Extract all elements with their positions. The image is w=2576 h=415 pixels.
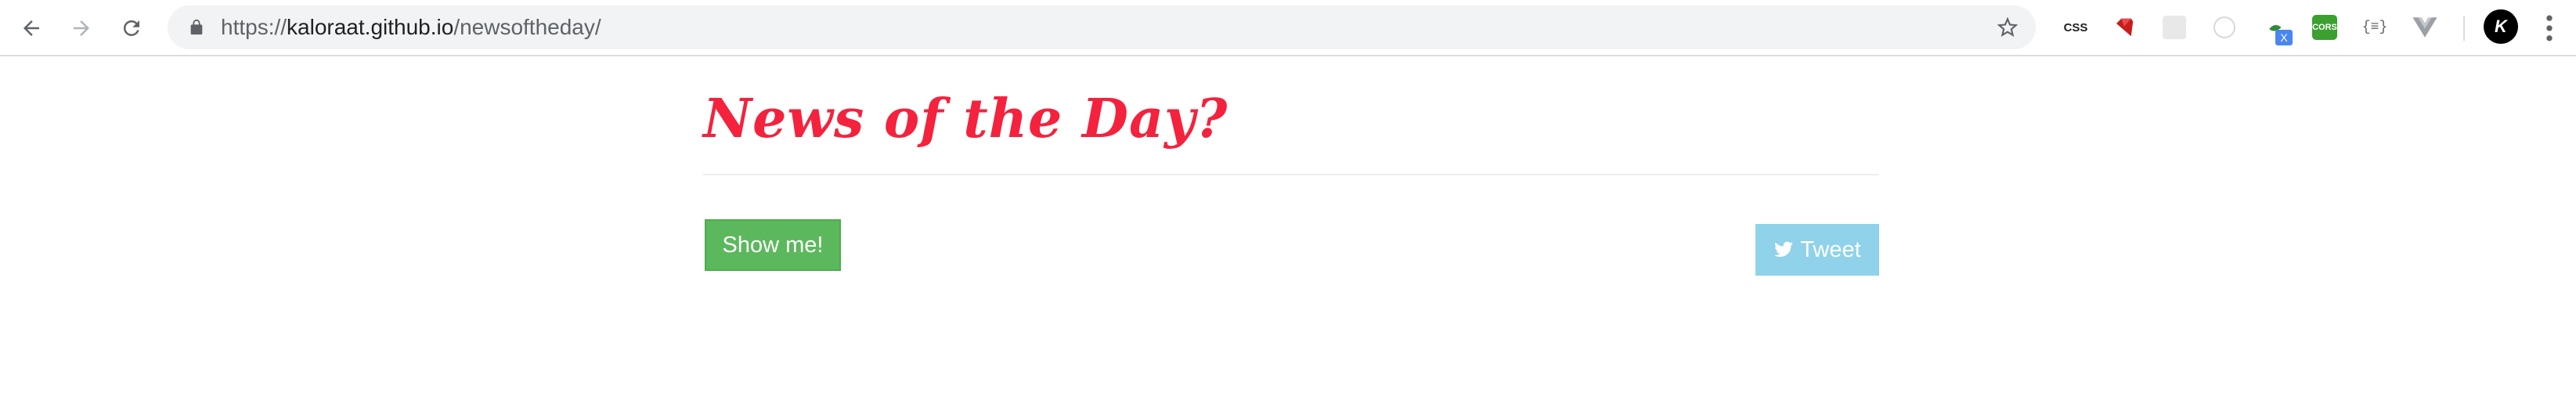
arrow-left-icon bbox=[23, 20, 39, 36]
url-prefix: https:// bbox=[221, 15, 287, 39]
twitter-bird-icon bbox=[1774, 241, 1794, 257]
url-path: /newsoftheday/ bbox=[453, 15, 601, 39]
circle-icon bbox=[2213, 16, 2235, 38]
tweet-button[interactable]: Tweet bbox=[1755, 224, 1879, 276]
page-content: News of the Day? Show me! Tweet bbox=[0, 56, 2576, 415]
forward-button[interactable] bbox=[64, 11, 99, 45]
url-host: kaloraat.github.io bbox=[287, 15, 454, 39]
back-button[interactable] bbox=[14, 11, 49, 45]
lock-icon bbox=[190, 19, 203, 35]
cors-extension-label: CORS bbox=[2312, 15, 2337, 40]
content-container: News of the Day? Show me! Tweet bbox=[703, 56, 1879, 415]
ruby-gem-icon bbox=[2116, 18, 2134, 37]
vue-logo-icon bbox=[2412, 17, 2437, 38]
tweet-button-label: Tweet bbox=[1800, 237, 1861, 262]
browser-toolbar: https://kaloraat.github.io/newsoftheday/… bbox=[0, 0, 2576, 56]
title-divider bbox=[703, 174, 1879, 175]
json-extension-icon[interactable]: {≡} bbox=[2358, 11, 2391, 44]
ruby-extension-icon[interactable] bbox=[2108, 11, 2141, 44]
vue-extension-icon[interactable] bbox=[2408, 11, 2441, 44]
url-text: https://kaloraat.github.io/newsoftheday/ bbox=[221, 15, 601, 40]
address-bar[interactable]: https://kaloraat.github.io/newsoftheday/ bbox=[168, 5, 2036, 49]
profile-avatar[interactable]: K bbox=[2484, 9, 2518, 44]
show-me-button[interactable]: Show me! bbox=[705, 219, 841, 271]
css-extension-label: CSS bbox=[2063, 20, 2088, 34]
bookmark-star-icon[interactable] bbox=[1995, 15, 2020, 40]
arrow-right-icon bbox=[74, 20, 89, 36]
page-title: News of the Day? bbox=[703, 88, 1228, 150]
reload-icon bbox=[123, 20, 139, 36]
more-vert-icon[interactable] bbox=[2535, 11, 2563, 45]
extension-badge: X bbox=[2275, 30, 2293, 45]
cors-extension-icon[interactable]: CORS bbox=[2308, 11, 2341, 44]
toolbar-divider bbox=[2463, 16, 2465, 41]
gray-extension-icon[interactable] bbox=[2158, 11, 2191, 44]
circle-extension-icon[interactable] bbox=[2208, 11, 2241, 44]
translate-extension-icon[interactable]: X bbox=[2260, 11, 2293, 45]
css-extension-icon[interactable]: CSS bbox=[2059, 11, 2092, 44]
puzzle-icon bbox=[2163, 16, 2186, 39]
json-extension-label: {≡} bbox=[2361, 20, 2388, 35]
reload-button[interactable] bbox=[114, 11, 149, 45]
